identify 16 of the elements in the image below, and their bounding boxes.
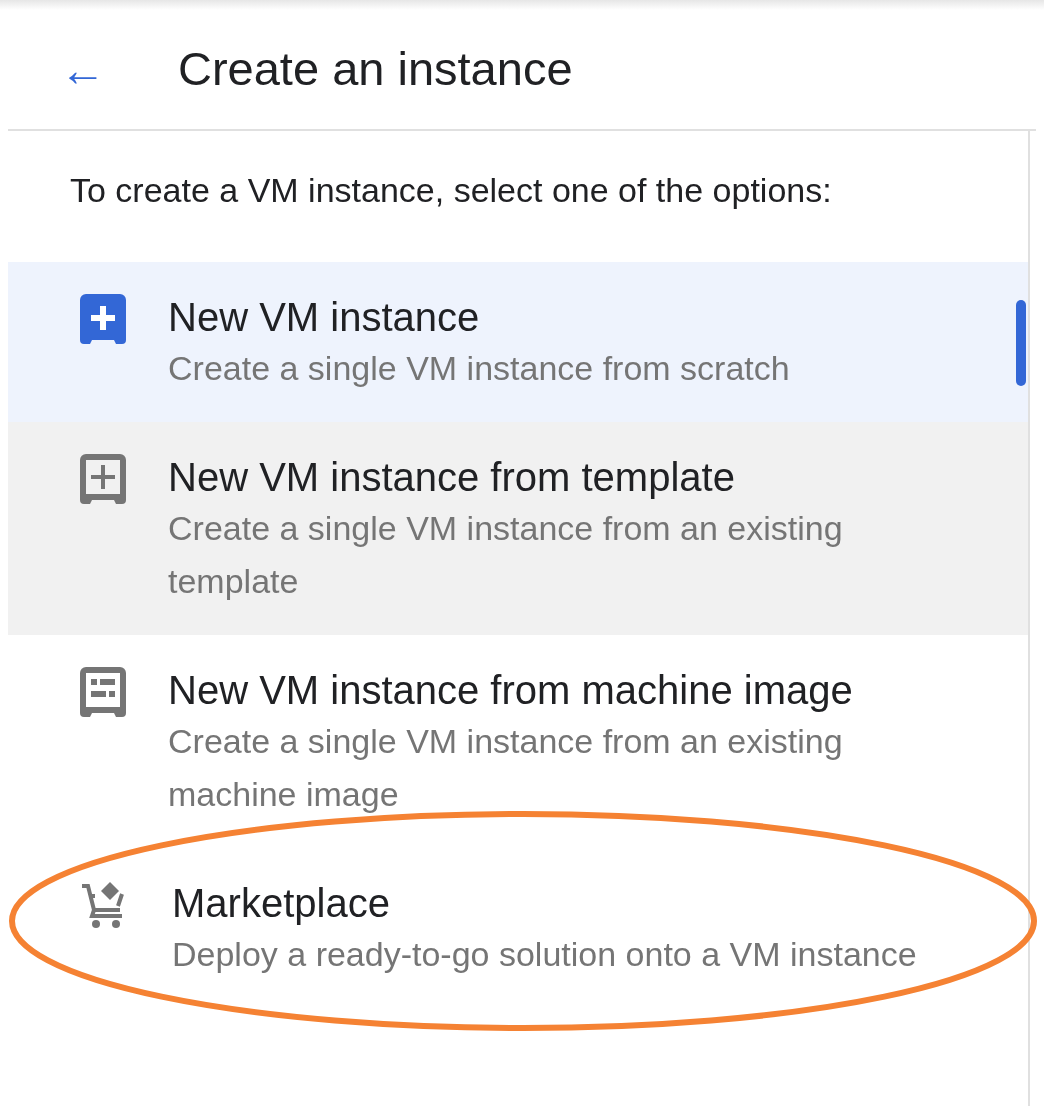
intro-text: To create a VM instance, select one of the options: xyxy=(70,170,833,210)
option-description: Create a single VM instance from an existing template xyxy=(168,508,844,602)
back-button[interactable]: ← xyxy=(58,46,108,93)
option-title: New VM instance from template xyxy=(168,454,736,501)
option-title: Marketplace xyxy=(172,880,391,927)
option-description: Create a single VM instance from scratch xyxy=(168,348,791,389)
option-description: Deploy a ready-to-go solution onto a VM instance xyxy=(172,934,918,975)
add-box-icon xyxy=(80,454,126,504)
option-item[interactable]: New VM instance from template Create a single VM instance from an existing template xyxy=(8,422,1028,635)
option-item[interactable]: New VM instance Create a single VM instance from scratch xyxy=(8,262,1028,422)
option-title: New VM instance from machine image xyxy=(168,667,854,714)
page-title: Create an instance xyxy=(178,41,573,98)
option-description: Create a single VM instance from an existing machine image xyxy=(168,721,844,815)
server-icon xyxy=(80,667,126,717)
add-box-icon xyxy=(80,294,126,344)
option-title: New VM instance xyxy=(168,294,481,341)
